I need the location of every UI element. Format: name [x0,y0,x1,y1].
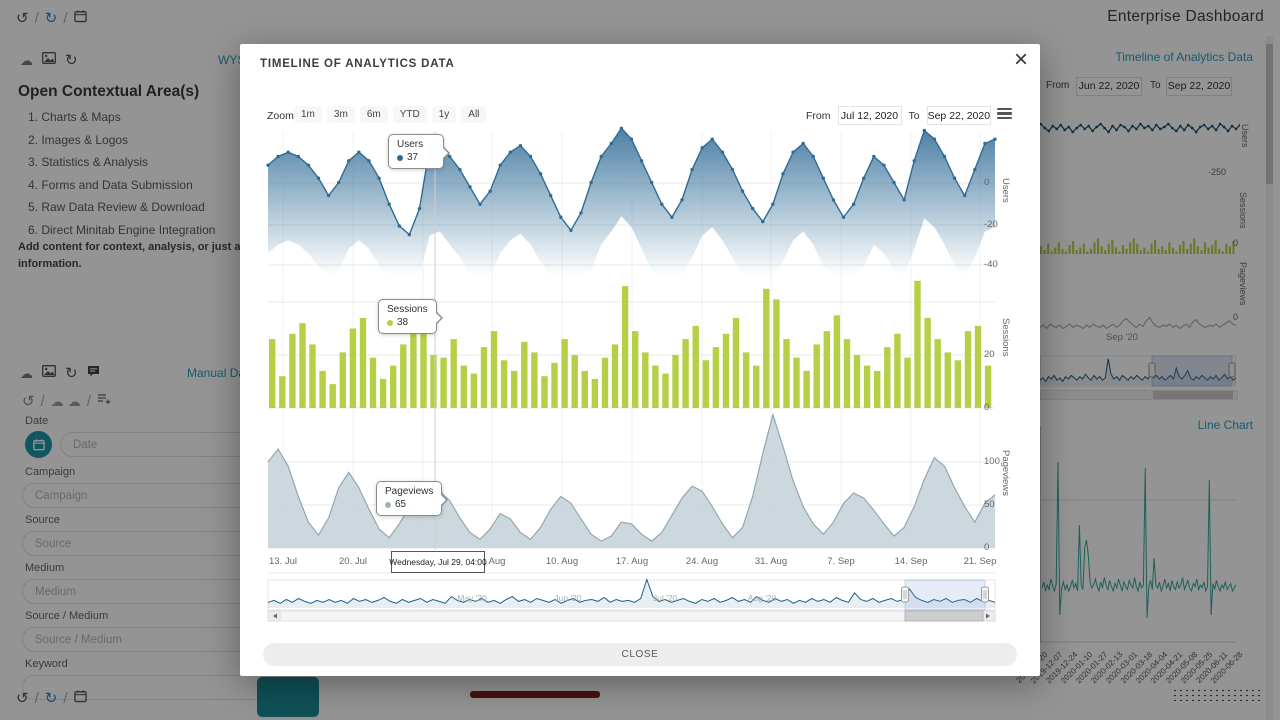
x-axis-label: 7. Sep [809,556,873,567]
users-tooltip: Users 37 [388,134,444,169]
tooltip-value: 65 [395,499,406,510]
x-axis-label: 10. Aug [530,556,594,567]
users-axis-title: Users [1000,178,1011,203]
navigator-month-label: Jul '20 [643,593,687,603]
close-button[interactable]: CLOSE [263,643,1017,666]
tooltip-value: 37 [407,152,418,163]
tooltip-series-name: Users [397,139,435,150]
navigator-month-label: Jun '20 [546,593,590,603]
sessions-tooltip: Sessions 38 [378,299,437,334]
screen: ↺ / ↻ / Enterprise Dashboard ☁ ↻ WYS Ope… [0,0,1280,720]
navigator-month-label: May '20 [450,593,494,603]
timeline-chart[interactable] [240,44,1040,676]
x-axis-label: 14. Sep [879,556,943,567]
sessions-axis-title: Sessions [1000,318,1011,357]
series-dot [387,320,393,326]
users-axis-tick: -40 [984,259,1018,270]
x-axis-label: 20. Jul [321,556,385,567]
tooltip-series-name: Sessions [387,304,428,315]
x-axis-label: 24. Aug [670,556,734,567]
sessions-axis-tick: 0 [984,402,1018,413]
crosshair-date-tooltip: Wednesday, Jul 29, 04:00 [391,551,485,573]
tooltip-series-name: Pageviews [385,486,433,497]
pageviews-axis-tick: 0 [984,542,1018,553]
pageviews-axis-title: Pageviews [1000,450,1011,496]
x-axis-label: 17. Aug [600,556,664,567]
navigator-month-label: Aug '20 [740,593,784,603]
tooltip-value: 38 [397,317,408,328]
series-dot [385,502,391,508]
pageviews-tooltip: Pageviews 65 [376,481,442,516]
pageviews-axis-tick: 50 [984,499,1018,510]
series-dot [397,155,403,161]
users-axis-tick: -20 [984,219,1018,230]
x-axis-label: 13. Jul [251,556,315,567]
x-axis-label: 21. Sep [948,556,1012,567]
timeline-modal: TIMELINE OF ANALYTICS DATA × Zoom 1m3m6m… [240,44,1040,676]
x-axis-label: 31. Aug [739,556,803,567]
